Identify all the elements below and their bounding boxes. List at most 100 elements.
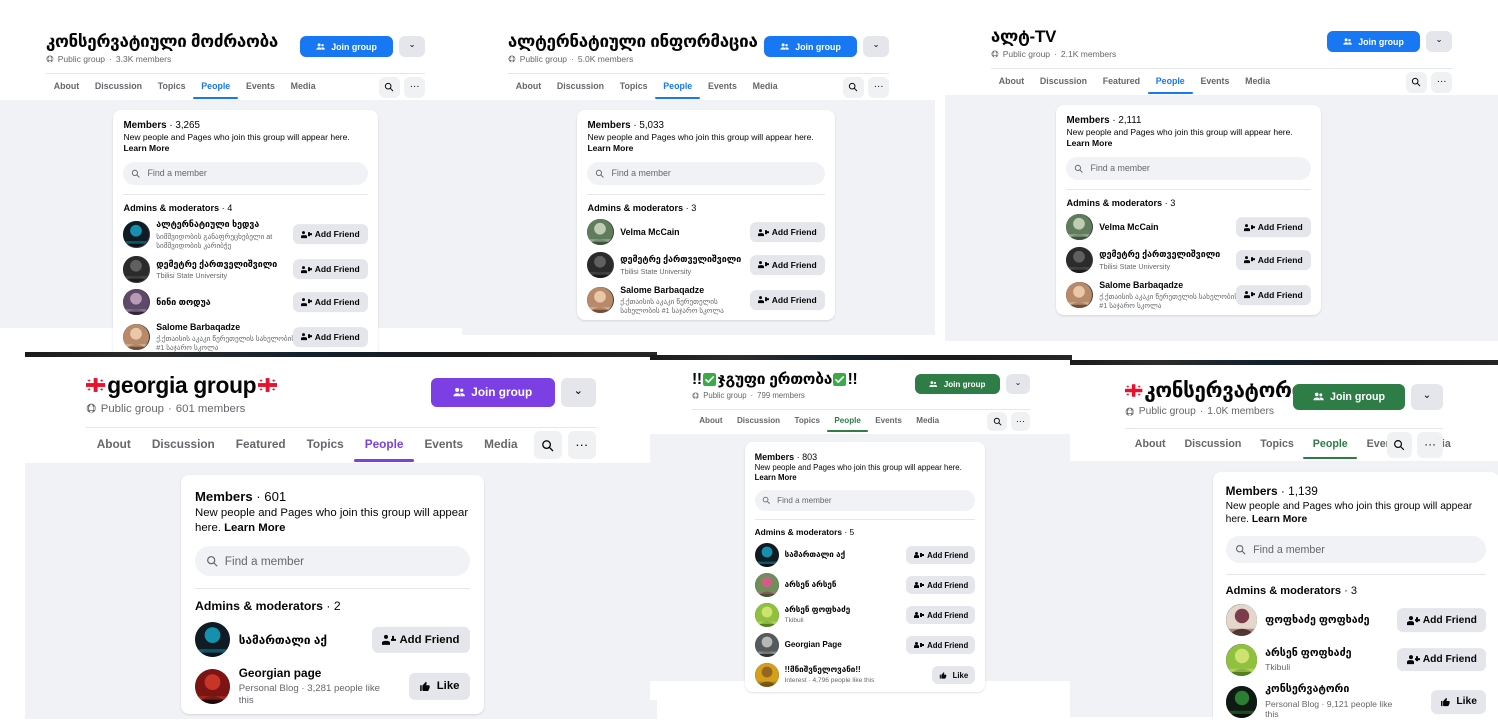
- tab-about[interactable]: About: [1125, 429, 1175, 459]
- find-member-search[interactable]: Find a member: [754, 490, 976, 511]
- member-row[interactable]: სამართალი აქ Add Friend: [754, 543, 976, 568]
- join-group-button[interactable]: Join group: [763, 35, 857, 58]
- group-page-panel-konservatiuli-modzraoba[interactable]: კონსერვატიული მოძრაობა Public group · 3.3K …: [0, 20, 471, 353]
- search-group-button[interactable]: [533, 431, 562, 460]
- member-name[interactable]: Salome Barbaqadze: [620, 285, 759, 296]
- search-group-button[interactable]: [842, 76, 864, 98]
- member-row[interactable]: Salome Barbaqadze ქ.ქთაისის აკაკი წერეთელ…: [123, 322, 368, 352]
- more-options-button[interactable]: ···: [1417, 432, 1443, 458]
- member-name[interactable]: კონსერვატორი: [1265, 683, 1407, 696]
- member-avatar[interactable]: [754, 543, 779, 568]
- member-name[interactable]: Salome Barbaqadze: [1099, 280, 1245, 291]
- tab-about[interactable]: About: [46, 74, 87, 99]
- more-options-button[interactable]: ···: [868, 76, 890, 98]
- tab-featured[interactable]: Featured: [1095, 69, 1148, 94]
- member-avatar[interactable]: [1066, 246, 1093, 274]
- tab-discussion[interactable]: Discussion: [730, 410, 788, 433]
- search-group-button[interactable]: [1386, 432, 1412, 458]
- member-name[interactable]: არსენ არსენ: [785, 580, 916, 590]
- member-name[interactable]: Velma McCain: [620, 227, 759, 238]
- join-group-button[interactable]: Join group: [914, 374, 1000, 395]
- add-friend-button[interactable]: Add Friend: [906, 576, 976, 595]
- member-row[interactable]: არსენ არსენ Add Friend: [754, 573, 976, 598]
- join-options-button[interactable]: ⌄: [398, 35, 426, 58]
- tab-people[interactable]: People: [354, 428, 414, 462]
- member-name[interactable]: დემეტრე ქართველიშვილი: [1099, 249, 1245, 260]
- tab-media[interactable]: Media: [909, 410, 946, 433]
- member-avatar[interactable]: [123, 289, 150, 316]
- group-page-panel-alternatiuli-informacia[interactable]: ალტერნატიული ინფორმაცია Public group · 5.0K…: [462, 20, 935, 353]
- member-row[interactable]: Georgian Page Add Friend: [754, 633, 976, 658]
- member-row[interactable]: !!მნიშვნელოვანი!! Interest · 4,796 people…: [754, 663, 976, 688]
- member-avatar[interactable]: [1225, 686, 1258, 718]
- tab-people[interactable]: People: [827, 410, 869, 433]
- member-avatar[interactable]: [754, 603, 779, 628]
- member-avatar[interactable]: [123, 256, 150, 283]
- member-row[interactable]: ნინი თოდუა Add Friend: [123, 289, 368, 316]
- join-options-button[interactable]: ⌄: [862, 35, 890, 58]
- like-button[interactable]: Like: [408, 673, 470, 700]
- group-page-panel-jguphi-ertoba[interactable]: !! ჯგუფი ერთობა!! Public group · 799 member…: [650, 355, 1072, 700]
- tab-about[interactable]: About: [508, 74, 549, 99]
- member-avatar[interactable]: [195, 622, 230, 658]
- tab-discussion[interactable]: Discussion: [141, 428, 225, 462]
- add-friend-button[interactable]: Add Friend: [906, 606, 976, 625]
- member-name[interactable]: Velma McCain: [1099, 222, 1245, 233]
- member-row[interactable]: დემეტრე ქართველიშვილი Tbilisi State Unive…: [587, 251, 825, 279]
- search-group-button[interactable]: [1405, 71, 1427, 93]
- find-member-search[interactable]: Find a member: [195, 545, 470, 576]
- find-member-search[interactable]: Find a member: [1225, 536, 1487, 564]
- learn-more-link[interactable]: Learn More: [123, 143, 169, 153]
- member-avatar[interactable]: [123, 221, 150, 248]
- group-page-panel-alt-tv[interactable]: ალტ-TV Public group · 2.1K members Join grou…: [945, 15, 1498, 355]
- more-options-button[interactable]: ···: [1010, 412, 1030, 432]
- tab-about[interactable]: About: [86, 428, 141, 462]
- member-name[interactable]: Georgian Page: [785, 640, 916, 650]
- tab-people[interactable]: People: [1303, 429, 1358, 460]
- add-friend-button[interactable]: Add Friend: [292, 292, 368, 312]
- join-options-button[interactable]: ⌄: [1006, 374, 1030, 395]
- tab-discussion[interactable]: Discussion: [1175, 429, 1251, 459]
- group-page-panel-konservatori[interactable]: კონსერვატორი Public group · 1.0K members Joi…: [1070, 360, 1498, 720]
- join-group-button[interactable]: Join group: [1292, 383, 1406, 411]
- member-avatar[interactable]: [754, 573, 779, 598]
- find-member-search[interactable]: Find a member: [587, 162, 825, 185]
- more-options-button[interactable]: ···: [567, 431, 596, 460]
- tab-events[interactable]: Events: [700, 74, 745, 99]
- tab-events[interactable]: Events: [868, 410, 909, 433]
- member-name[interactable]: ფოფხაძე ფოფხაძე: [1265, 614, 1407, 627]
- learn-more-link[interactable]: Learn More: [587, 143, 633, 153]
- find-member-search[interactable]: Find a member: [1066, 157, 1311, 180]
- add-friend-button[interactable]: Add Friend: [749, 255, 825, 275]
- member-avatar[interactable]: [1225, 604, 1258, 637]
- member-name[interactable]: Georgian page: [239, 666, 383, 680]
- member-row[interactable]: კონსერვატორი Personal Blog · 9,121 people…: [1225, 683, 1487, 720]
- member-name[interactable]: სამართალი აქ: [785, 550, 916, 560]
- member-avatar[interactable]: [1066, 281, 1093, 309]
- tab-events[interactable]: Events: [1193, 69, 1238, 94]
- tab-people[interactable]: People: [1147, 69, 1193, 95]
- join-group-button[interactable]: Join group: [430, 378, 555, 407]
- member-name[interactable]: არსენ ფოფხაძე: [785, 605, 916, 615]
- member-name[interactable]: სამართალი აქ: [239, 633, 383, 647]
- add-friend-button[interactable]: Add Friend: [906, 546, 976, 565]
- tab-about[interactable]: About: [692, 410, 730, 433]
- join-options-button[interactable]: ⌄: [560, 378, 596, 407]
- add-friend-button[interactable]: Add Friend: [292, 224, 368, 245]
- tab-people[interactable]: People: [193, 74, 239, 100]
- member-row[interactable]: ფოფხაძე ფოფხაძე Add Friend: [1225, 604, 1487, 637]
- like-button[interactable]: Like: [932, 666, 976, 685]
- member-row[interactable]: Georgian page Personal Blog · 3,281 peopl…: [195, 666, 470, 707]
- member-avatar[interactable]: [754, 663, 779, 688]
- tab-media[interactable]: Media: [474, 428, 528, 462]
- more-options-button[interactable]: ···: [404, 76, 426, 98]
- member-avatar[interactable]: [587, 219, 614, 246]
- member-row[interactable]: სამართალი აქ Add Friend: [195, 622, 470, 658]
- member-avatar[interactable]: [587, 286, 614, 314]
- add-friend-button[interactable]: Add Friend: [292, 327, 368, 347]
- tab-topics[interactable]: Topics: [150, 74, 194, 99]
- tab-media[interactable]: Media: [1237, 69, 1278, 94]
- join-group-button[interactable]: Join group: [1326, 30, 1420, 53]
- add-friend-button[interactable]: Add Friend: [749, 290, 825, 310]
- member-avatar[interactable]: [587, 251, 614, 279]
